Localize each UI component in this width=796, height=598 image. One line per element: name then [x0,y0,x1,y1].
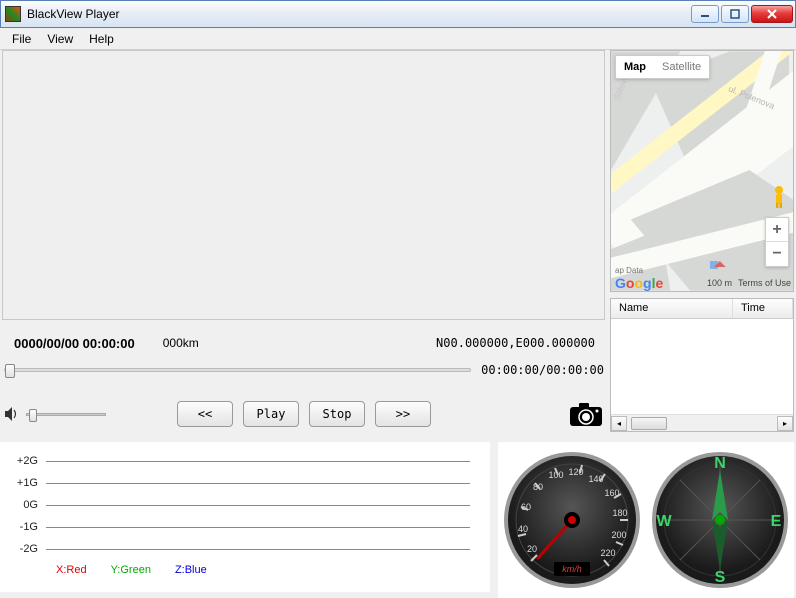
stop-button[interactable]: Stop [309,401,365,427]
map-terms-link[interactable]: Terms of Use [738,278,791,288]
gauges-panel: 20 40 60 80 100 120 140 160 180 200 220 [498,442,794,598]
minimize-button[interactable] [691,5,719,23]
snapshot-button[interactable] [568,400,604,428]
timestamp-label: 0000/00/00 00:00:00 [14,336,135,351]
distance-label: 000km [163,336,199,350]
menu-view[interactable]: View [39,30,81,48]
file-list-header: Name Time [611,299,793,319]
file-list-body[interactable] [611,319,793,414]
video-display [2,50,605,320]
volume-thumb[interactable] [29,409,37,422]
legend-x: X:Red [56,564,87,576]
g-label: -2G [8,543,38,555]
close-icon [766,9,778,19]
g-label: +2G [8,455,38,467]
column-name[interactable]: Name [611,299,733,318]
svg-text:200: 200 [611,530,626,540]
menu-help[interactable]: Help [81,30,122,48]
seek-thumb[interactable] [5,364,15,378]
map-type-control: Map Satellite [615,55,710,79]
maximize-button[interactable] [721,5,749,23]
seek-time-label: 00:00:00/00:00:00 [481,363,604,377]
svg-text:20: 20 [527,544,537,554]
compass-gauge: N E S W [650,450,790,590]
menu-bar: File View Help [0,28,796,50]
horizontal-scrollbar[interactable]: ◂ ▸ [611,414,793,431]
compass-n: N [714,455,726,472]
window-titlebar: BlackView Player [0,0,796,28]
controls-row: << Play Stop >> [4,396,604,432]
volume-icon [4,406,20,422]
g-label: -1G [8,521,38,533]
app-icon [5,6,21,22]
menu-file[interactable]: File [4,30,39,48]
window-title: BlackView Player [27,7,691,21]
streetview-pegman[interactable] [771,185,787,209]
volume-slider[interactable] [26,413,106,416]
svg-text:40: 40 [518,524,528,534]
map-type-map[interactable]: Map [616,56,654,78]
scroll-left-arrow[interactable]: ◂ [611,416,627,431]
rewind-button[interactable]: << [177,401,233,427]
compass-e: E [771,513,782,530]
gsensor-graph: +2G +1G 0G -1G -2G X:Red Y:Green Z:Blue [0,442,490,592]
map-type-satellite[interactable]: Satellite [654,56,709,78]
legend-y: Y:Green [111,564,151,576]
forward-button[interactable]: >> [375,401,431,427]
map-data-label: ap Data [615,266,643,275]
zoom-in-button[interactable]: + [766,218,788,242]
seek-slider[interactable] [4,368,471,372]
g-label: +1G [8,477,38,489]
close-button[interactable] [751,5,793,23]
speedometer-gauge: 20 40 60 80 100 120 140 160 180 200 220 [502,450,642,590]
svg-text:220: 220 [600,548,615,558]
gps-coords-label: N00.000000,E000.000000 [436,336,595,350]
compass-w: W [656,513,672,530]
map-zoom-control: + − [765,217,789,267]
scroll-track[interactable] [627,416,777,431]
speed-unit-label: km/h [562,564,582,574]
map-scale-label: 100 m [707,278,732,288]
seek-row: 00:00:00/00:00:00 [4,358,604,382]
playback-info-row: 0000/00/00 00:00:00 000km N00.000000,E00… [2,328,605,358]
minimize-icon [700,9,710,19]
legend-z: Z:Blue [175,564,207,576]
svg-text:180: 180 [612,508,627,518]
g-label: 0G [8,499,38,511]
google-logo: Google [615,275,663,291]
column-time[interactable]: Time [733,299,793,318]
scroll-thumb[interactable] [631,417,667,430]
zoom-out-button[interactable]: − [766,242,788,266]
compass-s: S [715,569,726,586]
scroll-right-arrow[interactable]: ▸ [777,416,793,431]
map-footer: Google 100 m Terms of Use [611,275,793,291]
play-button[interactable]: Play [243,401,299,427]
file-list-panel: Name Time ◂ ▸ [610,298,794,432]
maximize-icon [730,9,740,19]
map-panel[interactable]: ul. Polenova Stilova Map Satellite + − a… [610,50,794,292]
